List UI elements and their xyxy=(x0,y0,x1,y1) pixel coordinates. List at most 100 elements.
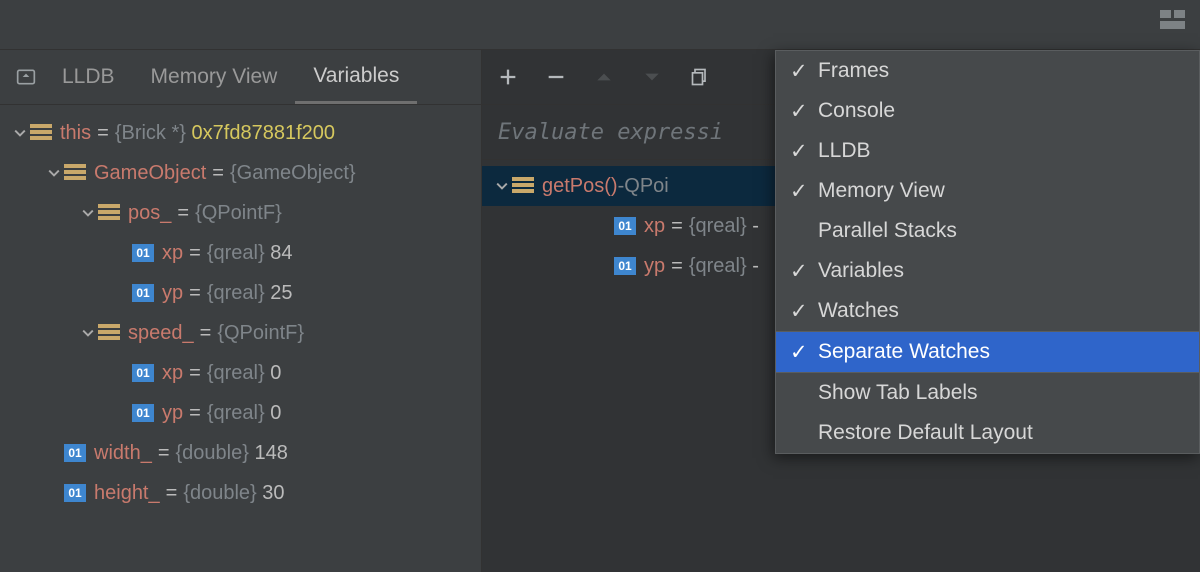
chevron-down-icon[interactable] xyxy=(10,127,30,139)
primitive-icon: 01 xyxy=(64,444,86,462)
var-value: - xyxy=(752,215,759,238)
var-pos-xp[interactable]: 01 xp = {qreal} 84 xyxy=(0,233,481,273)
duplicate-button[interactable] xyxy=(688,65,712,89)
var-type: {qreal} xyxy=(207,362,265,385)
debugger-left-panel: LLDB Memory View Variables this = {Brick… xyxy=(0,50,482,572)
var-type: {Brick *} xyxy=(115,122,186,145)
chevron-down-icon[interactable] xyxy=(44,167,64,179)
check-icon: ✓ xyxy=(790,139,818,164)
chevron-down-icon[interactable] xyxy=(492,180,512,192)
var-gameobject[interactable]: GameObject = {GameObject} xyxy=(0,153,481,193)
var-name: this xyxy=(60,122,91,145)
var-name: yp xyxy=(162,402,183,425)
remove-watch-button[interactable] xyxy=(544,65,568,89)
menu-label: Parallel Stacks xyxy=(818,219,957,243)
expand-icon[interactable] xyxy=(14,67,38,87)
check-icon: ✓ xyxy=(790,299,818,324)
struct-icon xyxy=(64,164,86,182)
var-type: {qreal} xyxy=(689,255,747,278)
var-address: 0x7fd87881f200 xyxy=(192,122,335,145)
var-height[interactable]: 01 height_ = {double} 30 xyxy=(0,473,481,513)
var-name: height_ xyxy=(94,482,160,505)
menu-label: Show Tab Labels xyxy=(818,381,978,405)
var-pos-yp[interactable]: 01 yp = {qreal} 25 xyxy=(0,273,481,313)
var-name: xp xyxy=(162,362,183,385)
variables-tree: this = {Brick *} 0x7fd87881f200 GameObje… xyxy=(0,105,481,513)
check-icon: ✓ xyxy=(790,340,818,365)
var-width[interactable]: 01 width_ = {double} 148 xyxy=(0,433,481,473)
menu-label: Memory View xyxy=(818,179,945,203)
tab-memory-view[interactable]: Memory View xyxy=(133,50,296,104)
var-type: {qreal} xyxy=(207,282,265,305)
var-name: yp xyxy=(644,255,665,278)
var-name: getPos() xyxy=(542,175,618,198)
menu-label: Restore Default Layout xyxy=(818,421,1033,445)
menu-item-memory[interactable]: ✓Memory View xyxy=(776,171,1199,211)
var-type: {QPointF} xyxy=(195,202,282,225)
var-type: {qreal} xyxy=(689,215,747,238)
menu-item-separate-watches[interactable]: ✓Separate Watches xyxy=(776,332,1199,372)
var-type: {qreal} xyxy=(207,242,265,265)
struct-icon xyxy=(30,124,52,142)
menu-item-restore-layout[interactable]: Restore Default Layout xyxy=(776,413,1199,453)
menu-item-lldb[interactable]: ✓LLDB xyxy=(776,131,1199,171)
var-name: yp xyxy=(162,282,183,305)
menu-item-console[interactable]: ✓Console xyxy=(776,91,1199,131)
menu-item-frames[interactable]: ✓Frames xyxy=(776,51,1199,91)
menu-label: Frames xyxy=(818,59,889,83)
var-name: speed_ xyxy=(128,322,194,345)
check-icon: ✓ xyxy=(790,259,818,284)
var-value: 0 xyxy=(270,362,281,385)
var-value: 84 xyxy=(270,242,292,265)
check-icon: ✓ xyxy=(790,179,818,204)
move-down-button[interactable] xyxy=(640,65,664,89)
tab-lldb[interactable]: LLDB xyxy=(44,50,133,104)
menu-label: Separate Watches xyxy=(818,340,990,364)
var-this[interactable]: this = {Brick *} 0x7fd87881f200 xyxy=(0,113,481,153)
menu-item-show-tab-labels[interactable]: Show Tab Labels xyxy=(776,373,1199,413)
var-name: GameObject xyxy=(94,162,206,185)
var-type: {double} xyxy=(183,482,256,505)
var-speed-yp[interactable]: 01 yp = {qreal} 0 xyxy=(0,393,481,433)
menu-label: Variables xyxy=(818,259,904,283)
menu-item-parallel[interactable]: Parallel Stacks xyxy=(776,211,1199,251)
tab-variables[interactable]: Variables xyxy=(295,50,417,104)
var-name: xp xyxy=(644,215,665,238)
var-speed[interactable]: speed_ = {QPointF} xyxy=(0,313,481,353)
var-value: 0 xyxy=(270,402,281,425)
menu-item-watches[interactable]: ✓Watches xyxy=(776,291,1199,331)
debugger-tabs: LLDB Memory View Variables xyxy=(0,50,481,105)
var-value: 25 xyxy=(270,282,292,305)
var-type: QPoi xyxy=(624,175,668,198)
var-type: {GameObject} xyxy=(230,162,356,185)
move-up-button[interactable] xyxy=(592,65,616,89)
primitive-icon: 01 xyxy=(132,404,154,422)
menu-label: LLDB xyxy=(818,139,871,163)
check-icon: ✓ xyxy=(790,99,818,124)
var-speed-xp[interactable]: 01 xp = {qreal} 0 xyxy=(0,353,481,393)
var-name: pos_ xyxy=(128,202,171,225)
struct-icon xyxy=(512,177,534,195)
var-type: {qreal} xyxy=(207,402,265,425)
layout-menu: ✓Frames ✓Console ✓LLDB ✓Memory View Para… xyxy=(775,50,1200,454)
var-type: {QPointF} xyxy=(217,322,304,345)
menu-label: Console xyxy=(818,99,895,123)
var-name: width_ xyxy=(94,442,152,465)
var-pos[interactable]: pos_ = {QPointF} xyxy=(0,193,481,233)
add-watch-button[interactable] xyxy=(496,65,520,89)
struct-icon xyxy=(98,204,120,222)
primitive-icon: 01 xyxy=(132,284,154,302)
var-type: {double} xyxy=(176,442,249,465)
var-value: 148 xyxy=(254,442,287,465)
top-bar xyxy=(0,0,1200,50)
chevron-down-icon[interactable] xyxy=(78,207,98,219)
primitive-icon: 01 xyxy=(64,484,86,502)
primitive-icon: 01 xyxy=(614,217,636,235)
menu-item-variables[interactable]: ✓Variables xyxy=(776,251,1199,291)
var-value: 30 xyxy=(262,482,284,505)
layout-icon[interactable] xyxy=(1160,10,1188,32)
chevron-down-icon[interactable] xyxy=(78,327,98,339)
primitive-icon: 01 xyxy=(132,364,154,382)
primitive-icon: 01 xyxy=(132,244,154,262)
struct-icon xyxy=(98,324,120,342)
